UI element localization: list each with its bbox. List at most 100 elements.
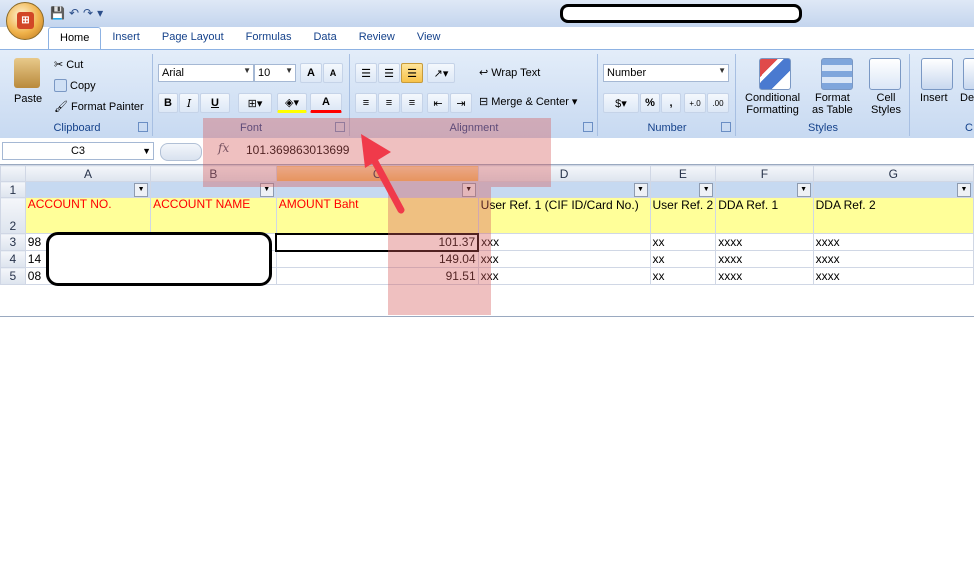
- filter-dropdown-icon[interactable]: ▼: [134, 183, 149, 197]
- percent-button[interactable]: %: [640, 93, 660, 113]
- column-header-g[interactable]: G: [812, 165, 974, 182]
- tab-home[interactable]: Home: [48, 27, 102, 50]
- alignment-launcher-icon[interactable]: [583, 122, 593, 132]
- comma-button[interactable]: ,: [661, 93, 681, 113]
- row-header-1[interactable]: 1: [0, 181, 26, 198]
- filter-dropdown-icon[interactable]: ▼: [699, 183, 714, 197]
- insert-cells-icon: [921, 58, 953, 90]
- borders-button[interactable]: ⊞▾: [238, 93, 272, 113]
- formula-bar-handle[interactable]: [160, 143, 202, 161]
- customize-qat-icon[interactable]: ▾: [97, 6, 103, 20]
- cut-button[interactable]: ✂ Cut: [54, 58, 83, 72]
- delete-button[interactable]: De: [960, 92, 974, 104]
- tab-page-layout[interactable]: Page Layout: [151, 27, 235, 49]
- select-all-corner[interactable]: [0, 165, 26, 182]
- number-launcher-icon[interactable]: [721, 122, 731, 132]
- row-header-4[interactable]: 4: [0, 250, 26, 268]
- office-button[interactable]: ⊞: [6, 2, 44, 40]
- header-user-ref-1[interactable]: User Ref. 1 (CIF ID/Card No.): [477, 197, 651, 234]
- undo-icon[interactable]: ↶: [69, 6, 79, 20]
- align-top-button[interactable]: ☰: [355, 63, 377, 83]
- insert-button[interactable]: Insert: [920, 92, 948, 104]
- as-table-label: as Table: [812, 104, 853, 116]
- column-header-f[interactable]: F: [715, 165, 814, 182]
- filter-dropdown-icon[interactable]: ▼: [796, 183, 811, 197]
- clipboard-launcher-icon[interactable]: [138, 122, 148, 132]
- font-color-button[interactable]: A: [310, 93, 342, 113]
- align-center-button[interactable]: ≡: [378, 93, 400, 113]
- column-header-a[interactable]: A: [24, 165, 152, 182]
- cell-d3[interactable]: xxx: [477, 233, 651, 251]
- header-user-ref-2[interactable]: User Ref. 2: [649, 197, 717, 234]
- cell-f3[interactable]: xxxx: [715, 233, 814, 251]
- cell-f4[interactable]: xxxx: [715, 250, 814, 268]
- cell-g5[interactable]: xxxx: [812, 267, 974, 285]
- cell-styles-icon: [869, 58, 901, 90]
- redo-icon[interactable]: ↷: [83, 6, 93, 20]
- align-middle-button[interactable]: ☰: [378, 63, 400, 83]
- copy-button[interactable]: Copy: [54, 79, 96, 92]
- increase-decimal-button[interactable]: +.0: [684, 93, 706, 113]
- filter-dropdown-icon[interactable]: ▼: [633, 183, 648, 197]
- name-box[interactable]: C3 ▼: [2, 142, 154, 160]
- header-account-name[interactable]: ACCOUNT NAME: [150, 197, 277, 234]
- tab-insert[interactable]: Insert: [101, 27, 151, 49]
- tab-view[interactable]: View: [406, 27, 452, 49]
- conditional-formatting-button[interactable]: Conditional Formatting: [745, 92, 800, 116]
- align-right-button[interactable]: ≡: [401, 93, 423, 113]
- row-header-5[interactable]: 5: [0, 267, 26, 285]
- font-size-combo[interactable]: 10 ▼: [254, 64, 296, 82]
- format-painter-label: Format Painter: [70, 100, 144, 113]
- increase-decimal-icon: +.0: [689, 98, 701, 108]
- merge-center-button[interactable]: ⊟ Merge & Center ▾: [479, 95, 577, 109]
- cell-styles-button[interactable]: Cell Styles: [871, 92, 901, 116]
- cell-g4[interactable]: xxxx: [812, 250, 974, 268]
- grow-font-button[interactable]: A: [300, 63, 322, 83]
- format-painter-button[interactable]: 🖌 Format Painter: [54, 100, 144, 114]
- align-left-button[interactable]: ≡: [355, 93, 377, 113]
- paste-icon[interactable]: [14, 58, 40, 88]
- row-header-2[interactable]: 2: [0, 197, 26, 234]
- fill-color-button[interactable]: ◈▾: [277, 93, 307, 113]
- cell-e3[interactable]: xx: [649, 233, 717, 251]
- wrap-text-button[interactable]: ↩ Wrap Text: [479, 66, 540, 80]
- bold-button[interactable]: B: [158, 93, 178, 113]
- clipboard-label: Clipboard: [53, 122, 101, 134]
- filter-dropdown-icon[interactable]: ▼: [957, 183, 971, 197]
- cell-f5[interactable]: xxxx: [715, 267, 814, 285]
- chevron-down-icon: ▼: [285, 66, 293, 75]
- filter-cell-f: ▼: [715, 181, 814, 198]
- cells-group-label: C: [965, 122, 973, 134]
- align-bottom-button[interactable]: ☰: [401, 63, 423, 83]
- paste-button[interactable]: Paste: [14, 93, 42, 105]
- cell-e5[interactable]: xx: [649, 267, 717, 285]
- orientation-button[interactable]: ↗▾: [427, 63, 455, 83]
- increase-indent-button[interactable]: ⇥: [450, 93, 472, 113]
- font-name-combo[interactable]: Arial ▼: [158, 64, 254, 82]
- copy-icon: [54, 79, 67, 92]
- cell-d5[interactable]: xxx: [477, 267, 651, 285]
- decrease-decimal-button[interactable]: .00: [707, 93, 729, 113]
- cell-d4[interactable]: xxx: [477, 250, 651, 268]
- underline-button[interactable]: U: [200, 93, 230, 113]
- tab-formulas[interactable]: Formulas: [235, 27, 303, 49]
- tab-review[interactable]: Review: [348, 27, 406, 49]
- filter-cell-a: ▼: [24, 181, 152, 198]
- column-header-e[interactable]: E: [649, 165, 717, 182]
- number-group: Number ▼ $▾ % , +.0 .00 Number: [599, 54, 736, 136]
- tab-data[interactable]: Data: [302, 27, 347, 49]
- shrink-font-button[interactable]: A: [323, 63, 343, 83]
- accounting-format-button[interactable]: $▾: [603, 93, 639, 113]
- italic-button[interactable]: I: [179, 93, 199, 113]
- cell-e4[interactable]: xx: [649, 250, 717, 268]
- header-account-no[interactable]: ACCOUNT NO.: [24, 197, 152, 234]
- row-header-3[interactable]: 3: [0, 233, 26, 251]
- number-format-combo[interactable]: Number ▼: [603, 64, 729, 82]
- decrease-indent-button[interactable]: ⇤: [427, 93, 449, 113]
- header-dda-ref-2[interactable]: DDA Ref. 2: [812, 197, 974, 234]
- cell-g3[interactable]: xxxx: [812, 233, 974, 251]
- format-as-table-button[interactable]: Format as Table: [812, 92, 853, 116]
- save-icon[interactable]: 💾: [50, 6, 65, 20]
- header-dda-ref-1[interactable]: DDA Ref. 1: [715, 197, 814, 234]
- wrap-text-icon: ↩: [479, 67, 489, 79]
